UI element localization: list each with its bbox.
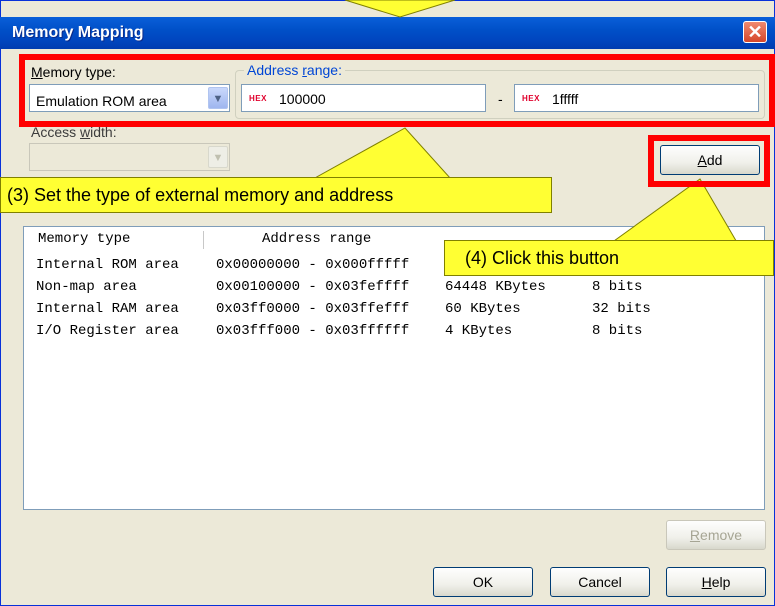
step3-callout: (3) Set the type of external memory and … [0, 177, 552, 213]
add-button-highlight [648, 135, 770, 187]
memory-type-address-highlight [19, 54, 775, 127]
top-callout-pointer [344, 0, 456, 18]
step4-callout: (4) Click this button [444, 240, 774, 276]
